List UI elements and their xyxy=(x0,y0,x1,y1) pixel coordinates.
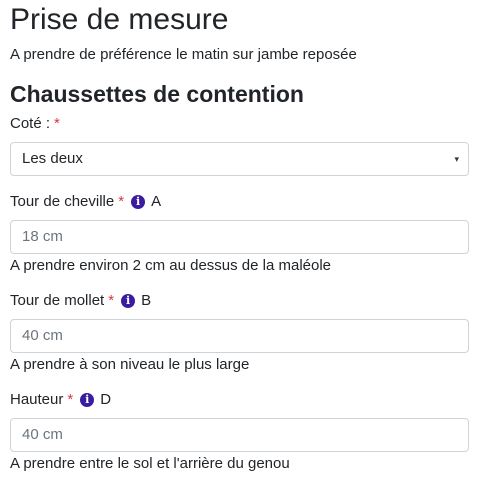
measurement-form: Prise de mesure A prendre de préférence … xyxy=(0,0,486,482)
calf-label-text: Tour de mollet xyxy=(10,292,105,309)
height-input-placeholder: 40 cm xyxy=(22,426,63,443)
height-letter: D xyxy=(100,391,112,408)
required-marker: * xyxy=(54,115,60,132)
info-icon[interactable]: i xyxy=(121,294,136,308)
page-title: Prise de mesure xyxy=(10,3,229,36)
ankle-label-text: Tour de cheville xyxy=(10,193,115,210)
side-select[interactable]: Les deux ▾ xyxy=(10,142,469,176)
height-input[interactable]: 40 cm xyxy=(10,418,469,452)
height-label: Hauteur * i D xyxy=(10,390,111,410)
ankle-help: A prendre environ 2 cm au dessus de la m… xyxy=(10,257,332,274)
page-subtitle: A prendre de préférence le matin sur jam… xyxy=(10,46,357,63)
side-label: Coté : * xyxy=(10,114,60,134)
ankle-input-placeholder: 18 cm xyxy=(22,228,63,245)
side-select-value: Les deux xyxy=(22,150,83,167)
section-title: Chaussettes de contention xyxy=(10,81,304,107)
calf-help: A prendre à son niveau le plus large xyxy=(10,356,250,373)
required-marker: * xyxy=(118,193,125,210)
calf-input-placeholder: 40 cm xyxy=(22,327,63,344)
calf-input[interactable]: 40 cm xyxy=(10,319,469,353)
required-marker: * xyxy=(67,391,74,408)
height-label-text: Hauteur xyxy=(10,391,64,408)
ankle-letter: A xyxy=(151,193,162,210)
ankle-label: Tour de cheville * i A xyxy=(10,192,161,212)
info-icon[interactable]: i xyxy=(131,195,146,209)
info-icon[interactable]: i xyxy=(80,393,95,407)
calf-label: Tour de mollet * i B xyxy=(10,291,151,311)
chevron-down-icon: ▾ xyxy=(454,154,459,164)
calf-letter: B xyxy=(141,292,152,309)
height-help: A prendre entre le sol et l'arrière du g… xyxy=(10,455,290,472)
required-marker: * xyxy=(108,292,115,309)
ankle-input[interactable]: 18 cm xyxy=(10,220,469,254)
side-label-text: Coté : xyxy=(10,115,51,132)
